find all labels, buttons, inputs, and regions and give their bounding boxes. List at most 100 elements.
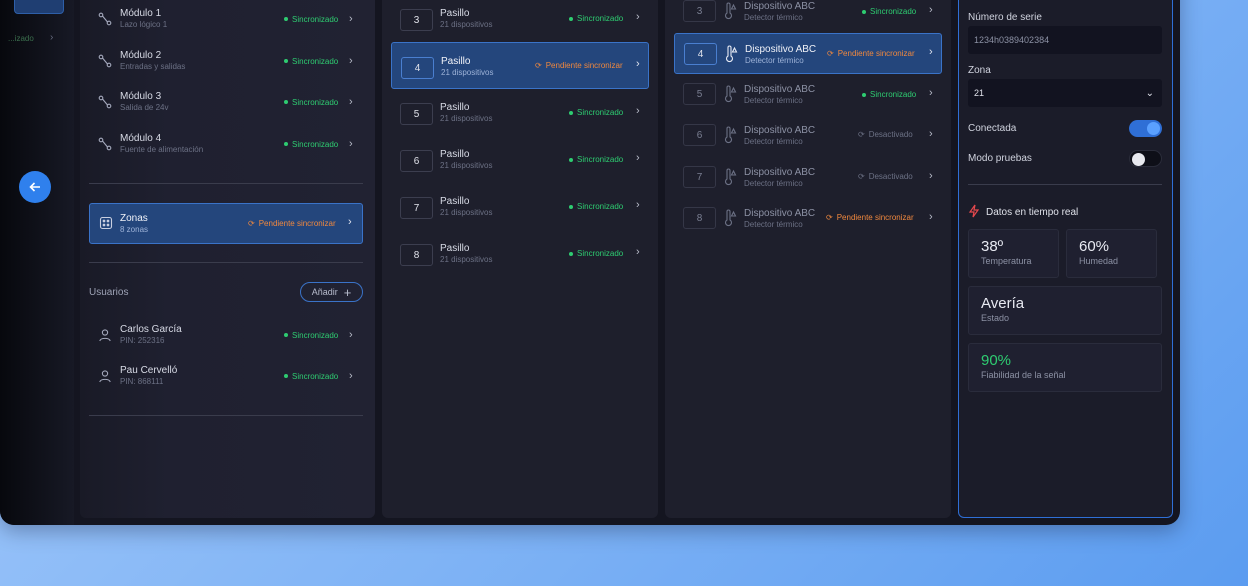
zone-list-panel: 3 Pasillo 21 dispositivos Sincronizado ›… — [382, 0, 658, 518]
module-row-4[interactable]: Módulo 4 Fuente de alimentación Sincroni… — [98, 129, 364, 159]
zone-list-item[interactable]: 8 Pasillo 21 dispositivos Sincronizado › — [391, 230, 649, 277]
user-icon — [98, 328, 112, 342]
zonas-row[interactable]: Zonas 8 zonas ⟳ Pendiente sincronizar › — [89, 203, 363, 244]
route-icon — [98, 95, 112, 109]
chevron-right-icon: › — [349, 55, 353, 67]
status-text: Desactivado — [868, 130, 913, 139]
module-row-3[interactable]: Módulo 3 Salida de 24v Sincronizado › — [98, 87, 364, 117]
device-list-item-selected[interactable]: 4 Dispositivo ABC Detector térmico ⟳ Pen… — [674, 33, 942, 74]
status-badge: ⟳ Pendiente sincronizar — [827, 49, 915, 58]
sync-icon: ⟳ — [858, 130, 865, 139]
user-name: Carlos García — [120, 324, 182, 335]
device-list-item[interactable]: 3 Dispositivo ABC Detector térmico Sincr… — [674, 0, 942, 32]
device-subtitle: Detector térmico — [745, 56, 804, 65]
module-title: Módulo 1 — [120, 8, 162, 19]
zone-list-item-selected[interactable]: 4 Pasillo 21 dispositivos ⟳ Pendiente si… — [391, 42, 649, 89]
divider — [89, 262, 363, 263]
zone-list-item[interactable]: 5 Pasillo 21 dispositivos Sincronizado › — [391, 89, 649, 136]
device-title: Dispositivo ABC — [744, 167, 816, 178]
chevron-right-icon: › — [929, 46, 933, 58]
temperature-card: 38º Temperatura — [968, 229, 1059, 278]
toggle-knob — [1147, 122, 1160, 135]
status-badge: ⟳ Desactivado — [858, 130, 913, 139]
module-subtitle: Entradas y salidas — [120, 62, 186, 71]
device-number: 8 — [683, 207, 716, 229]
device-list-panel: 3 Dispositivo ABC Detector térmico Sincr… — [665, 0, 951, 518]
zone-number: 5 — [400, 103, 433, 125]
status-badge: ⟳ Desactivado — [858, 172, 913, 181]
device-list-item[interactable]: 8 Dispositivo ABC Detector térmico ⟳ Pen… — [674, 198, 942, 239]
humidity-label: Humedad — [1079, 256, 1119, 266]
serial-field[interactable]: 1234h0389402384 — [968, 26, 1162, 54]
connected-label: Conectada — [968, 123, 1017, 134]
grid-icon — [99, 216, 113, 230]
module-row-1[interactable]: Módulo 1 Lazo lógico 1 Sincronizado › — [98, 4, 364, 34]
zone-subtitle: 21 dispositivos — [440, 20, 493, 29]
rail-active-item[interactable] — [14, 0, 64, 14]
zone-title: Pasillo — [441, 56, 471, 67]
sync-icon: ⟳ — [827, 49, 834, 58]
device-subtitle: Detector térmico — [744, 13, 803, 22]
zone-select-value: 21 — [974, 88, 985, 98]
zone-title: Pasillo — [440, 149, 470, 160]
status-badge: Sincronizado — [284, 15, 338, 24]
device-list-item[interactable]: 5 Dispositivo ABC Detector térmico Sincr… — [674, 74, 942, 115]
sync-icon: ⟳ — [858, 172, 865, 181]
zone-number: 7 — [400, 197, 433, 219]
module-subtitle: Salida de 24v — [120, 103, 169, 112]
chevron-right-icon: › — [636, 246, 640, 258]
user-pin: PIN: 868111 — [120, 377, 164, 386]
sync-icon: ⟳ — [248, 219, 255, 228]
thermometer-icon — [724, 45, 738, 63]
zone-number: 4 — [401, 57, 434, 79]
arrow-left-icon — [29, 182, 40, 192]
user-row-1[interactable]: Carlos García PIN: 252316 Sincronizado › — [98, 320, 364, 350]
device-detail-panel: Número de serie 1234h0389402384 Zona 21 … — [958, 0, 1173, 518]
device-number: 3 — [683, 0, 716, 22]
route-icon — [98, 12, 112, 26]
device-number: 7 — [683, 166, 716, 188]
device-title: Dispositivo ABC — [744, 208, 816, 219]
status-badge: Sincronizado — [862, 7, 916, 16]
zone-list-item[interactable]: 6 Pasillo 21 dispositivos Sincronizado › — [391, 136, 649, 183]
status-badge: Sincronizado — [569, 108, 623, 117]
thermometer-icon — [723, 85, 737, 103]
zone-list-item[interactable]: 3 Pasillo 21 dispositivos Sincronizado › — [391, 0, 649, 42]
status-text: Pendiente sincronizar — [836, 213, 914, 222]
zone-subtitle: 21 dispositivos — [440, 114, 493, 123]
thermometer-icon — [723, 126, 737, 144]
chevron-right-icon: › — [929, 87, 933, 99]
zone-title: Pasillo — [440, 102, 470, 113]
user-row-2[interactable]: Pau Cervelló PIN: 868111 Sincronizado › — [98, 361, 364, 391]
device-title: Dispositivo ABC — [745, 44, 817, 55]
temperature-label: Temperatura — [981, 256, 1032, 266]
connected-toggle[interactable] — [1129, 120, 1162, 137]
device-subtitle: Detector térmico — [744, 220, 803, 229]
back-button[interactable] — [19, 171, 51, 203]
toggle-knob — [1132, 153, 1145, 166]
test-mode-label: Modo pruebas — [968, 153, 1032, 164]
device-subtitle: Detector térmico — [744, 96, 803, 105]
module-row-2[interactable]: Módulo 2 Entradas y salidas Sincronizado… — [98, 46, 364, 76]
route-icon — [98, 54, 112, 68]
signal-card: 90% Fiabilidad de la señal — [968, 343, 1162, 392]
device-list-item[interactable]: 7 Dispositivo ABC Detector térmico ⟳ Des… — [674, 157, 942, 198]
sync-icon: ⟳ — [826, 213, 833, 222]
status-badge: Sincronizado — [569, 202, 623, 211]
zone-select[interactable]: 21 ⌄ — [968, 79, 1162, 107]
temperature-value: 38º — [981, 238, 1004, 255]
zone-list-item[interactable]: 7 Pasillo 21 dispositivos Sincronizado › — [391, 183, 649, 230]
device-list-item[interactable]: 6 Dispositivo ABC Detector térmico ⟳ Des… — [674, 115, 942, 156]
user-pin: PIN: 252316 — [120, 336, 165, 345]
test-mode-toggle[interactable] — [1129, 150, 1162, 167]
chevron-right-icon: › — [636, 105, 640, 117]
zone-number: 6 — [400, 150, 433, 172]
signal-value: 90% — [981, 352, 1012, 369]
status-badge: Sincronizado — [862, 90, 916, 99]
add-user-button[interactable]: Añadir + — [300, 282, 363, 302]
device-number: 5 — [683, 83, 716, 105]
plus-icon: + — [343, 284, 352, 300]
module-subtitle: Lazo lógico 1 — [120, 20, 168, 29]
status-badge: Sincronizado — [284, 98, 338, 107]
config-panel: Módulo 1 Lazo lógico 1 Sincronizado › Mó… — [80, 0, 375, 518]
